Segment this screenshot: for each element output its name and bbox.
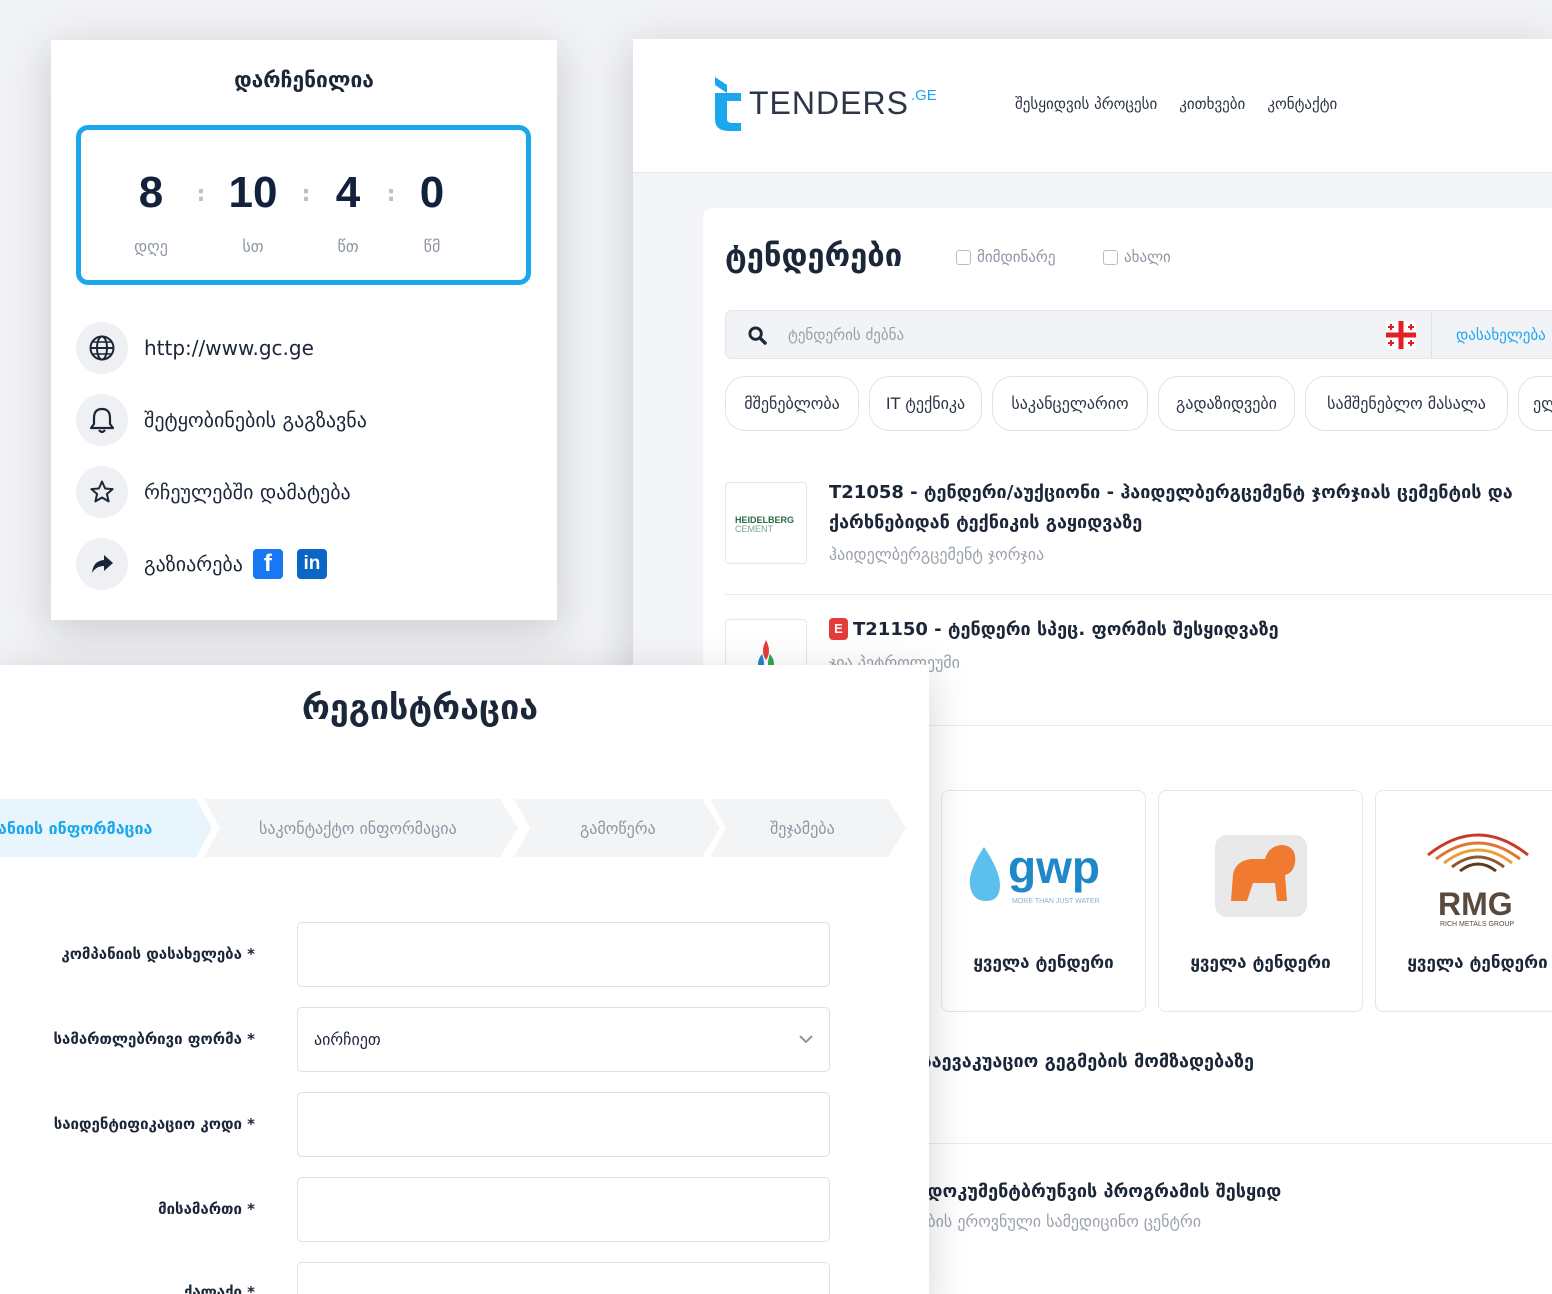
countdown-card: დარჩენილია 8 : 10 : 4 : 0 დღე სთ წთ წმ h… xyxy=(51,40,557,620)
add-to-favorites-label[interactable]: რჩეულებში დამატება xyxy=(144,480,351,504)
logo-text: TENDERS xyxy=(749,85,909,121)
hours-value: 10 xyxy=(228,168,278,217)
address-label: მისამართი * xyxy=(158,1200,255,1218)
nav-item-contact[interactable]: კონტაქტი xyxy=(1267,95,1337,113)
seconds-value: 0 xyxy=(419,168,445,217)
category-it[interactable]: IT ტექნიკა xyxy=(869,376,982,431)
category-building-materials[interactable]: სამშენებლო მასალა xyxy=(1305,376,1508,431)
nav-item-purchase-process[interactable]: შესყიდვის პროცესი xyxy=(1015,95,1157,113)
separator: : xyxy=(301,182,311,207)
legal-form-select[interactable]: აირჩიეთ xyxy=(297,1007,830,1072)
search-divider xyxy=(1431,311,1432,358)
logo-icon xyxy=(711,75,743,131)
website-link[interactable]: http://www.gc.ge xyxy=(144,336,314,360)
linkedin-icon[interactable]: in xyxy=(296,549,327,579)
lion-logo xyxy=(1215,835,1307,917)
registration-title: რეგისტრაცია xyxy=(301,688,539,728)
heidelberg-logo: HEIDELBERG CEMENT xyxy=(725,482,807,564)
search-icon xyxy=(748,326,767,345)
checkbox-icon xyxy=(1103,249,1118,265)
rmg-tagline: RICH METALS GROUP xyxy=(1440,921,1514,928)
nav-item-questions[interactable]: კითხვები xyxy=(1179,95,1245,113)
svg-text:RMG: RMG xyxy=(1438,886,1513,922)
category-electric[interactable]: ელ xyxy=(1518,376,1552,431)
tender-title-line2[interactable]: ქარხნებიდან ტექნიკის გაყიდვაზე xyxy=(829,508,1142,538)
all-tenders-link[interactable]: ყველა ტენდერი xyxy=(1376,953,1552,973)
step-contact-info[interactable]: საკონტაქტო ინფორმაცია xyxy=(259,819,457,838)
georgia-flag-icon[interactable] xyxy=(1386,321,1416,349)
logo-line-2: CEMENT xyxy=(735,524,773,534)
notify-row[interactable]: შეტყობინების გაგზავნა xyxy=(76,394,367,446)
search-bar[interactable]: ტენდერის ძებნა დასახელება xyxy=(725,310,1552,359)
send-notification-label[interactable]: შეტყობინების გაგზავნა xyxy=(144,408,367,432)
search-input[interactable]: ტენდერის ძებნა xyxy=(788,326,904,344)
share-label: გაზიარება xyxy=(144,552,243,576)
filter-new-checkbox[interactable]: ახალი xyxy=(1103,248,1171,266)
svg-text:gwp: gwp xyxy=(1008,841,1100,893)
sort-by-name-button[interactable]: დასახელება xyxy=(1456,326,1546,344)
minutes-value: 4 xyxy=(335,168,361,217)
favorite-row[interactable]: რჩეულებში დამატება xyxy=(76,466,351,518)
star-icon xyxy=(76,466,128,518)
category-construction[interactable]: მშენებლობა xyxy=(725,376,859,431)
brand-card-gwp[interactable]: gwp MORE THAN JUST WATER ყველა ტენდერი xyxy=(941,790,1146,1012)
site-logo[interactable]: TENDERS .GE xyxy=(711,75,937,131)
separator: : xyxy=(196,182,206,207)
filter-new-label: ახალი xyxy=(1124,248,1171,266)
separator: : xyxy=(386,182,396,207)
city-label: ქალაქი * xyxy=(183,1283,255,1294)
gwp-logo: gwp MORE THAN JUST WATER xyxy=(969,841,1100,905)
share-icon xyxy=(76,538,128,590)
filter-current-checkbox[interactable]: მიმდინარე xyxy=(956,248,1055,266)
tender-title[interactable]: E T21150 - ტენდერი სპეც. ფორმის შესყიდვაზ… xyxy=(829,615,1279,645)
id-code-input[interactable] xyxy=(297,1092,830,1157)
hours-label: სთ xyxy=(242,237,264,256)
e-tender-badge: E xyxy=(829,618,848,640)
step-summary[interactable]: შეჯამება xyxy=(770,819,835,838)
tender-title-text: T21150 - ტენდერი სპეც. ფორმის შესყიდვაზე xyxy=(853,619,1279,640)
all-tenders-link[interactable]: ყველა ტენდერი xyxy=(1159,953,1362,973)
globe-icon xyxy=(76,322,128,374)
legal-form-value: აირჩიეთ xyxy=(314,1030,381,1049)
step-subscription[interactable]: გამოწერა xyxy=(580,819,656,838)
registration-card: რეგისტრაცია ანიის ინფორმაცია საკონტაქტო … xyxy=(0,665,929,1294)
days-label: დღე xyxy=(134,237,168,256)
facebook-icon[interactable]: f xyxy=(252,549,283,579)
tender-row[interactable]: HEIDELBERG CEMENT T21058 - ტენდერი/აუქცი… xyxy=(725,482,1552,572)
legal-form-label: სამართლებრივი ფორმა * xyxy=(53,1030,256,1048)
company-name-label: კომპანიის დასახელება * xyxy=(61,945,255,963)
gwp-tagline: MORE THAN JUST WATER xyxy=(1012,898,1100,905)
id-code-label: საიდენტიფიკაციო კოდი * xyxy=(53,1115,255,1133)
rmg-logo: RMG RICH METALS GROUP xyxy=(1427,833,1529,928)
brand-card-lion[interactable]: ყველა ტენდერი xyxy=(1158,790,1363,1012)
step-company-info[interactable]: ანიის ინფორმაცია xyxy=(0,819,152,838)
website-row[interactable]: http://www.gc.ge xyxy=(76,322,314,374)
category-stationery[interactable]: საკანცელარიო xyxy=(992,376,1148,431)
bell-icon xyxy=(76,394,128,446)
main-nav: შესყიდვის პროცესი კითხვები კონტაქტი xyxy=(1015,95,1337,113)
share-row: გაზიარება f in xyxy=(76,538,327,590)
filter-current-label: მიმდინარე xyxy=(977,248,1056,266)
tender-title[interactable]: T21058 - ტენდერი/აუქციონი - ჰაიდელბერგცე… xyxy=(829,478,1513,508)
countdown-title: დარჩენილია xyxy=(234,68,374,92)
city-input[interactable] xyxy=(297,1262,830,1294)
countdown-timer: 8 : 10 : 4 : 0 დღე სთ წთ წმ xyxy=(76,125,531,285)
page-title: ტენდერები xyxy=(725,238,903,274)
site-header: TENDERS .GE შესყიდვის პროცესი კითხვები კ… xyxy=(633,39,1552,173)
minutes-label: წთ xyxy=(337,237,359,256)
all-tenders-link[interactable]: ყველა ტენდერი xyxy=(942,953,1145,973)
category-shipping[interactable]: გადაზიდვები xyxy=(1158,376,1295,431)
tender-organization: ჰაიდელბერგცემენტ ჯორჯია xyxy=(829,545,1045,564)
checkbox-icon xyxy=(956,249,971,265)
chevron-down-icon xyxy=(799,1035,813,1044)
brand-card-rmg[interactable]: RMG RICH METALS GROUP ყველა ტენდერი xyxy=(1375,790,1552,1012)
days-value: 8 xyxy=(138,168,164,217)
company-name-input[interactable] xyxy=(297,922,830,987)
logo-suffix: .GE xyxy=(910,87,937,104)
row-divider xyxy=(725,594,1552,595)
address-input[interactable] xyxy=(297,1177,830,1242)
seconds-label: წმ xyxy=(423,237,441,256)
